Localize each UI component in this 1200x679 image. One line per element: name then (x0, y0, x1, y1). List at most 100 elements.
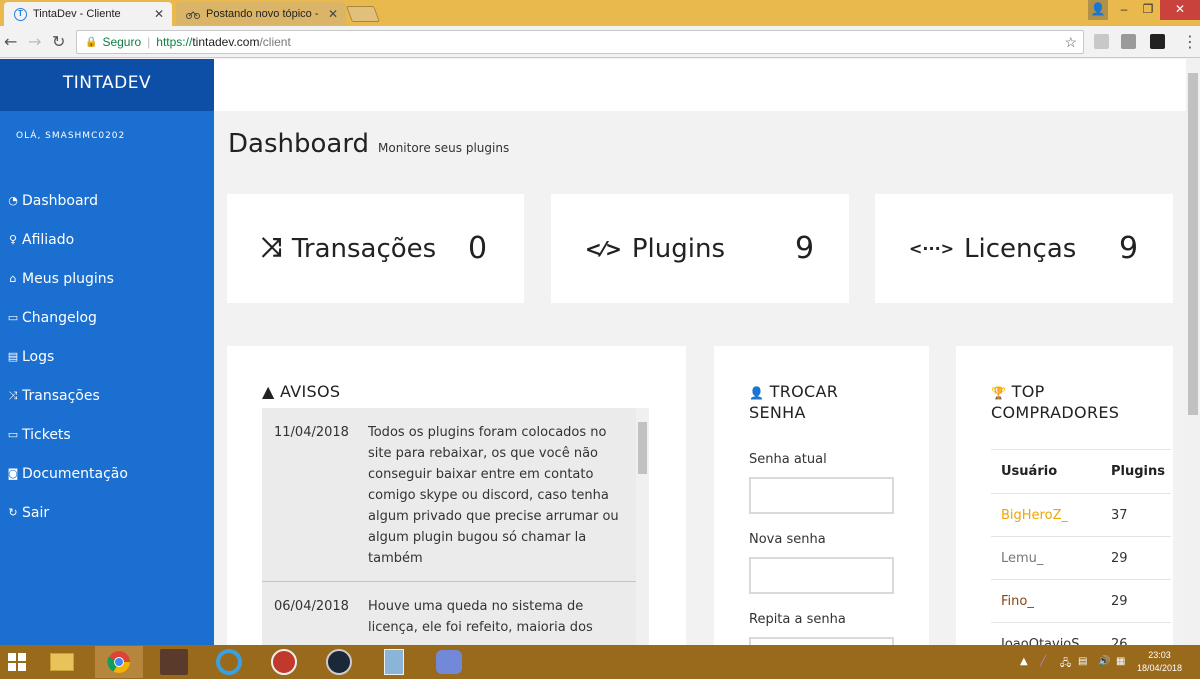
column-header-user: Usuário (991, 449, 1111, 494)
sidebar-item-label: Meus plugins (22, 270, 114, 287)
url-scheme: https:// (156, 35, 193, 49)
password-title: 👤 TROCAR SENHA (749, 382, 838, 423)
tab-title: Postando novo tópico - (206, 8, 319, 20)
avisos-title-text: AVISOS (280, 382, 341, 401)
sync-app-icon[interactable] (205, 646, 253, 678)
address-bar[interactable]: 🔒 Seguro | https:// tintadev.com /client… (76, 30, 1084, 54)
pen-icon[interactable]: ╱ (1040, 656, 1046, 667)
page-title: Dashboard (228, 129, 370, 159)
top-navbar (214, 59, 1186, 111)
tab-title: TintaDev - Cliente (33, 8, 121, 20)
tintadev-favicon-icon: T (14, 7, 27, 21)
bookmark-star-icon[interactable]: ☆ (1064, 34, 1077, 51)
chrome-icon[interactable] (95, 646, 143, 678)
logout-icon: ↻ (8, 506, 18, 519)
url-path: /client (259, 35, 291, 49)
avisos-list[interactable]: 11/04/2018 Todos os plugins foram coloca… (262, 408, 649, 645)
maximize-button[interactable]: ❐ (1136, 0, 1160, 20)
avisos-title: ▲ AVISOS (262, 382, 340, 401)
sidebar: TINTADEV OLÁ, SMASHMC0202 ◔ Dashboard ♀ Af… (0, 59, 214, 645)
file-explorer-icon[interactable] (38, 646, 86, 678)
sidebar-item-logs[interactable]: ▤ Logs (0, 337, 214, 376)
main-content: Dashboard Monitore seus plugins ⤨ Transa… (214, 59, 1186, 645)
lock-icon: 🔒 (85, 36, 98, 48)
brand-logo[interactable]: TINTADEV (0, 59, 214, 111)
keyboard-icon[interactable]: ▦ (1116, 656, 1125, 667)
table-row: BigHeroZ_ 37 (991, 493, 1171, 537)
game-icon[interactable] (150, 646, 198, 678)
profile-icon[interactable]: 👤 (1088, 0, 1108, 20)
sidebar-item-sair[interactable]: ↻ Sair (0, 493, 214, 532)
close-window-button[interactable]: ✕ (1160, 0, 1200, 20)
password-title-line2: SENHA (749, 403, 806, 422)
scrollbar-thumb[interactable] (638, 422, 647, 474)
shuffle-icon: ⤨ (8, 388, 18, 402)
sidebar-item-documentacao[interactable]: ◙ Documentação (0, 454, 214, 493)
sidebar-item-afiliado[interactable]: ♀ Afiliado (0, 220, 214, 259)
plugins-icon: ⌂ (9, 272, 17, 285)
tab-close-icon[interactable]: ✕ (154, 7, 164, 21)
extension-icon[interactable] (1121, 34, 1136, 49)
aviso-date: 06/04/2018 (274, 599, 349, 614)
top-buyers-title-line2: COMPRADORES (991, 403, 1120, 422)
calculator-icon[interactable] (370, 646, 418, 678)
volume-icon[interactable]: 🔊 (1098, 656, 1110, 667)
sidebar-item-label: Dashboard (22, 192, 98, 209)
top-buyers-title-line1: TOP (1011, 382, 1045, 401)
discord-icon[interactable] (425, 646, 473, 678)
logs-icon: ▤ (7, 350, 19, 363)
tab-close-icon[interactable]: ✕ (328, 7, 338, 21)
repeat-password-input[interactable] (749, 637, 894, 645)
list-item: 11/04/2018 Todos os plugins foram coloca… (262, 408, 636, 582)
sidebar-item-transacoes[interactable]: ⤨ Transações (0, 376, 214, 415)
repeat-password-label: Repita a senha (749, 612, 846, 627)
extension-icon[interactable] (1094, 34, 1109, 49)
clock-time: 23:03 (1148, 650, 1171, 660)
stat-label: Licenças (964, 233, 1077, 264)
page-scrollbar[interactable] (1186, 59, 1200, 645)
sidebar-item-dashboard[interactable]: ◔ Dashboard (0, 181, 214, 220)
secure-label: Seguro (102, 35, 142, 49)
shuffle-icon: ⤨ (261, 233, 282, 263)
buyer-plugins: 29 (1111, 579, 1171, 623)
steam-icon[interactable] (315, 646, 363, 678)
scrollbar-thumb[interactable] (1188, 73, 1198, 415)
new-tab-button[interactable] (346, 6, 380, 22)
sidebar-item-label: Documentação (22, 465, 128, 482)
tab-tintadev[interactable]: T TintaDev - Cliente ✕ (4, 2, 172, 26)
ticket-icon: ▭ (7, 428, 19, 441)
sidebar-item-changelog[interactable]: ▭ Changelog (0, 298, 214, 337)
tray-chevron-icon[interactable]: ▲ (1020, 656, 1028, 667)
trophy-icon: 🏆 (991, 386, 1007, 400)
avisos-scrollbar[interactable] (636, 408, 649, 645)
reload-icon[interactable]: ↻ (52, 32, 65, 51)
stat-label: Plugins (631, 233, 725, 264)
sidebar-item-label: Logs (22, 348, 55, 365)
sidebar-item-meus-plugins[interactable]: ⌂ Meus plugins (0, 259, 214, 298)
windows-start-icon[interactable] (0, 646, 34, 678)
notification-icon[interactable]: ▤ (1078, 656, 1087, 667)
menu-icon[interactable]: ⋮ (1182, 32, 1198, 51)
system-clock[interactable]: 23:03 18/04/2018 (1137, 649, 1182, 675)
buyer-name: BigHeroZ_ (991, 493, 1111, 537)
network-icon[interactable]: 🖧 (1060, 656, 1071, 673)
buyer-name: Fino_ (991, 579, 1111, 623)
column-header-plugins: Plugins (1111, 449, 1171, 494)
new-password-input[interactable] (749, 557, 894, 594)
red-app-icon[interactable] (260, 646, 308, 678)
forward-arrow-icon[interactable]: → (28, 32, 41, 51)
sidebar-item-label: Tickets (22, 426, 71, 443)
current-password-label: Senha atual (749, 452, 827, 467)
back-arrow-icon[interactable]: ← (4, 32, 17, 51)
sidebar-item-tickets[interactable]: ▭ Tickets (0, 415, 214, 454)
stat-value: 9 (795, 231, 815, 266)
camera-icon: ◙ (7, 467, 19, 480)
lightbulb-icon: ♀ (8, 233, 18, 246)
buyer-plugins: 29 (1111, 536, 1171, 580)
extension-icon[interactable] (1150, 34, 1165, 49)
table-row: Fino_ 29 (991, 579, 1171, 623)
current-password-input[interactable] (749, 477, 894, 514)
minimize-button[interactable]: – (1112, 0, 1136, 20)
tab-postando[interactable]: Postando novo tópico - ✕ (176, 2, 346, 26)
avisos-panel: ▲ AVISOS 11/04/2018 Todos os plugins for… (227, 346, 686, 645)
